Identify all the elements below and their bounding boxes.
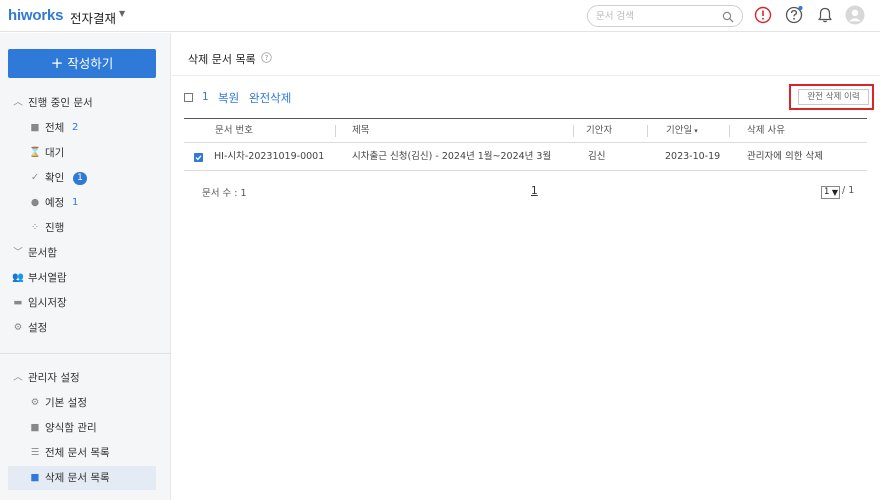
main-content: 삭제 문서 목록 ? 1 복원 완전삭제 완전 삭제 이력 문서 번호 제목 기… (172, 33, 880, 500)
sidebar-item-scheduled[interactable]: ● 예정 1 (0, 191, 171, 215)
help-icon[interactable]: ? (261, 52, 272, 63)
count-badge: 1 (72, 197, 79, 208)
page-title: 삭제 문서 목록 (188, 53, 256, 66)
compose-button[interactable]: + 작성하기 (8, 49, 156, 78)
hiworks-logo[interactable]: hiworks (8, 7, 63, 24)
sidebar-item-waiting[interactable]: ⌛ 대기 (0, 141, 171, 165)
chevron-up-icon: ︿ (13, 97, 23, 108)
spinner-icon: ⁘ (31, 222, 39, 233)
sidebar-item-label: 확인 (45, 172, 65, 184)
sidebar-item-label: 삭제 문서 목록 (45, 472, 110, 484)
column-divider (729, 125, 730, 137)
count-badge: 2 (72, 122, 79, 133)
sidebar-item-temp-save[interactable]: ▬ 임시저장 (0, 291, 171, 315)
document-icon: ■ (30, 122, 40, 133)
sidebar-item-label: 부서열람 (28, 272, 67, 284)
gear-icon: ⚙ (13, 322, 23, 333)
hourglass-icon: ⌛ (29, 147, 41, 158)
sidebar-item-all-docs[interactable]: ☰ 전체 문서 목록 (0, 441, 171, 465)
sidebar-item-confirm[interactable]: ✓ 확인 1 (0, 166, 171, 190)
column-header-label: 기안일 (666, 125, 693, 136)
sidebar-divider (0, 353, 171, 354)
cell-title[interactable]: 시차출근 신청(김신) - 2024년 1월~2024년 3월 (352, 143, 551, 171)
page-link[interactable]: 1 (531, 185, 538, 197)
gear-icon: ⚙ (30, 397, 40, 408)
sidebar-item-form-manage[interactable]: ■ 양식함 관리 (0, 416, 171, 440)
restore-button[interactable]: 복원 (218, 90, 239, 106)
search-input[interactable] (596, 8, 716, 24)
column-header-doc-no[interactable]: 문서 번호 (215, 119, 253, 143)
sidebar-item-label: 대기 (45, 147, 65, 159)
column-divider (335, 125, 336, 137)
column-header-draft-date[interactable]: 기안일 ▾ (666, 119, 698, 143)
sidebar-section-in-progress[interactable]: ︿ 진행 중인 문서 (0, 91, 171, 115)
table-row[interactable]: HI-시차-20231019-0001 시차출근 신청(김신) - 2024년 … (184, 143, 867, 171)
search-icon[interactable] (722, 11, 734, 23)
select-all-checkbox[interactable] (184, 93, 193, 102)
sidebar-item-label: 전체 문서 목록 (45, 447, 110, 459)
sidebar-section-doc-box[interactable]: ﹀ 문서함 (0, 241, 171, 265)
sidebar-item-progress[interactable]: ⁘ 진행 (0, 216, 171, 240)
column-divider (647, 125, 648, 137)
cell-reason: 관리자에 의한 삭제 (747, 151, 823, 162)
chevron-up-icon: ︿ (13, 372, 23, 383)
cell-drafter: 김신 (588, 151, 606, 162)
plus-icon: + (50, 54, 64, 72)
users-icon: 👥 (12, 272, 24, 283)
chevron-down-icon: ▼ (831, 188, 838, 197)
check-icon: ✓ (31, 172, 39, 183)
sort-icon: ▾ (694, 127, 698, 135)
search-box[interactable] (587, 5, 743, 27)
chevron-down-icon[interactable]: ▼ (119, 9, 125, 18)
cell-draft-date: 2023-10-19 (665, 151, 721, 162)
sidebar-item-label: 전체 (45, 122, 65, 134)
sidebar-section-admin[interactable]: ︿ 관리자 설정 (0, 366, 171, 390)
section-label: 진행 중인 문서 (28, 97, 93, 109)
row-checkbox[interactable] (194, 153, 203, 162)
page-total: / 1 (842, 185, 855, 196)
top-bar: hiworks 전자결재 ▼ (0, 0, 880, 32)
sidebar-item-label: 양식함 관리 (45, 422, 97, 434)
sidebar-item-basic-settings[interactable]: ⚙ 기본 설정 (0, 391, 171, 415)
alert-icon[interactable] (753, 5, 773, 25)
cell-doc-no: HI-시차-20231019-0001 (214, 151, 325, 162)
sidebar-item-label: 설정 (28, 322, 48, 334)
app-title[interactable]: 전자결재 (70, 8, 116, 27)
bell-icon[interactable] (815, 5, 835, 25)
title-divider (172, 75, 880, 76)
doc-count: 문서 수 : 1 (202, 188, 247, 199)
selected-count: 1 (202, 91, 209, 103)
avatar-icon[interactable] (845, 5, 865, 25)
sidebar-item-label: 진행 (45, 222, 65, 234)
delete-history-button[interactable]: 완전 삭제 이력 (798, 89, 869, 105)
sidebar: + 작성하기 ︿ 진행 중인 문서 ■ 전체 2 ⌛ 대기 ✓ 확인 1 ● 예정… (0, 33, 171, 500)
sidebar-item-settings[interactable]: ⚙ 설정 (0, 316, 171, 340)
compose-label: 작성하기 (67, 56, 114, 71)
help-icon[interactable] (784, 5, 804, 25)
permanent-delete-button[interactable]: 완전삭제 (249, 90, 291, 106)
trash-icon: ■ (30, 472, 40, 483)
sidebar-item-label: 임시저장 (28, 297, 67, 309)
sidebar-item-all[interactable]: ■ 전체 2 (0, 116, 171, 140)
list-icon: ☰ (30, 447, 40, 458)
clock-icon: ● (30, 197, 40, 208)
archive-icon: ▬ (13, 297, 23, 308)
section-label: 문서함 (28, 247, 57, 259)
page-select-value: 1 (824, 187, 830, 197)
sidebar-item-label: 예정 (45, 197, 65, 209)
page-select[interactable]: 1 ▼ (821, 186, 840, 199)
column-header-title[interactable]: 제목 (352, 119, 369, 143)
table-header: 문서 번호 제목 기안자 기안일 ▾ 삭제 사유 (184, 118, 867, 143)
document-icon: ■ (30, 422, 40, 433)
svg-text:?: ? (265, 54, 269, 62)
column-header-drafter[interactable]: 기안자 (586, 119, 612, 143)
count-badge: 1 (73, 172, 87, 185)
section-label: 관리자 설정 (28, 372, 80, 384)
sidebar-item-deleted-docs[interactable]: ■ 삭제 문서 목록 (8, 466, 156, 490)
column-divider (573, 125, 574, 137)
sidebar-item-dept-view[interactable]: 👥 부서열람 (0, 266, 171, 290)
sidebar-item-label: 기본 설정 (45, 397, 87, 409)
chevron-down-icon: ﹀ (13, 247, 23, 258)
column-header-reason[interactable]: 삭제 사유 (747, 119, 785, 143)
